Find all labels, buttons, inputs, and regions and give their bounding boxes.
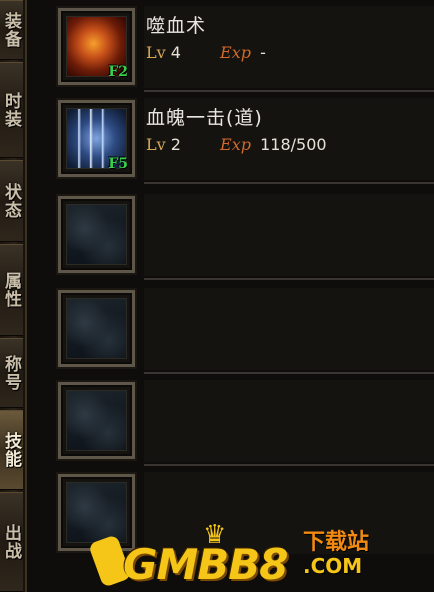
empty-skill-slot[interactable]: [56, 380, 137, 461]
row-divider: [144, 278, 434, 280]
empty-skill-row[interactable]: [49, 284, 434, 374]
tab-fashion[interactable]: 时装: [0, 62, 23, 158]
empty-slot-texture: [66, 298, 127, 359]
side-tab-strip: 装备 时装 状态 属性 称号 技能 出战: [0, 0, 27, 592]
row-background: [144, 380, 434, 462]
level-label: Lv: [146, 43, 166, 62]
exp-label: Exp: [220, 43, 251, 62]
level-label: Lv: [146, 135, 166, 154]
tab-attributes[interactable]: 属性: [0, 244, 23, 336]
skill-slot[interactable]: F2: [56, 6, 137, 87]
tab-title[interactable]: 称号: [0, 338, 23, 408]
tab-label: 称号: [1, 355, 21, 391]
watermark-logo: GMBB8: [123, 540, 289, 589]
row-background: [144, 288, 434, 370]
empty-skill-row[interactable]: [49, 376, 434, 466]
watermark-domain: .COM: [303, 554, 363, 578]
row-divider: [144, 182, 434, 184]
empty-skill-row[interactable]: [49, 190, 434, 280]
tab-label: 时装: [1, 92, 21, 128]
watermark-tag: 下载站: [303, 530, 370, 555]
row-divider: [144, 372, 434, 374]
skill-stats: Lv 2 Exp 118/500: [146, 135, 327, 154]
skill-slot[interactable]: F5: [56, 98, 137, 179]
exp-value: -: [260, 43, 266, 62]
exp-label: Exp: [220, 135, 251, 154]
tab-label: 技能: [1, 432, 21, 468]
skill-list: F2 噬血术 Lv 4 Exp - F5 血魄一击(道) Lv 2 Exp 11…: [27, 0, 434, 592]
tab-label: 属性: [1, 272, 21, 308]
tab-equipment[interactable]: 装备: [0, 0, 23, 60]
skill-row[interactable]: F5 血魄一击(道) Lv 2 Exp 118/500: [49, 94, 434, 184]
tab-label: 装备: [1, 12, 21, 48]
skill-name: 噬血术: [146, 15, 207, 37]
skill-name: 血魄一击(道): [146, 107, 263, 129]
level-value: 2: [170, 135, 181, 154]
row-background: [144, 194, 434, 276]
empty-slot-texture: [66, 390, 127, 451]
empty-slot-texture: [66, 204, 127, 265]
tab-status[interactable]: 状态: [0, 160, 23, 242]
skill-row[interactable]: F2 噬血术 Lv 4 Exp -: [49, 2, 434, 92]
hotkey-badge: F5: [108, 156, 128, 172]
tab-label: 出战: [1, 524, 21, 560]
level-value: 4: [170, 43, 181, 62]
skill-stats: Lv 4 Exp -: [146, 43, 266, 62]
empty-skill-slot[interactable]: [56, 288, 137, 369]
row-divider: [144, 90, 434, 92]
exp-value: 118/500: [260, 135, 327, 154]
empty-skill-slot[interactable]: [56, 194, 137, 275]
tab-skills[interactable]: 技能: [0, 410, 23, 490]
hotkey-badge: F2: [108, 64, 128, 80]
tab-label: 状态: [1, 183, 21, 219]
site-watermark: ♛ GMBB8 下载站 .COM: [88, 520, 395, 590]
row-divider: [144, 464, 434, 466]
tab-battle[interactable]: 出战: [0, 492, 23, 592]
